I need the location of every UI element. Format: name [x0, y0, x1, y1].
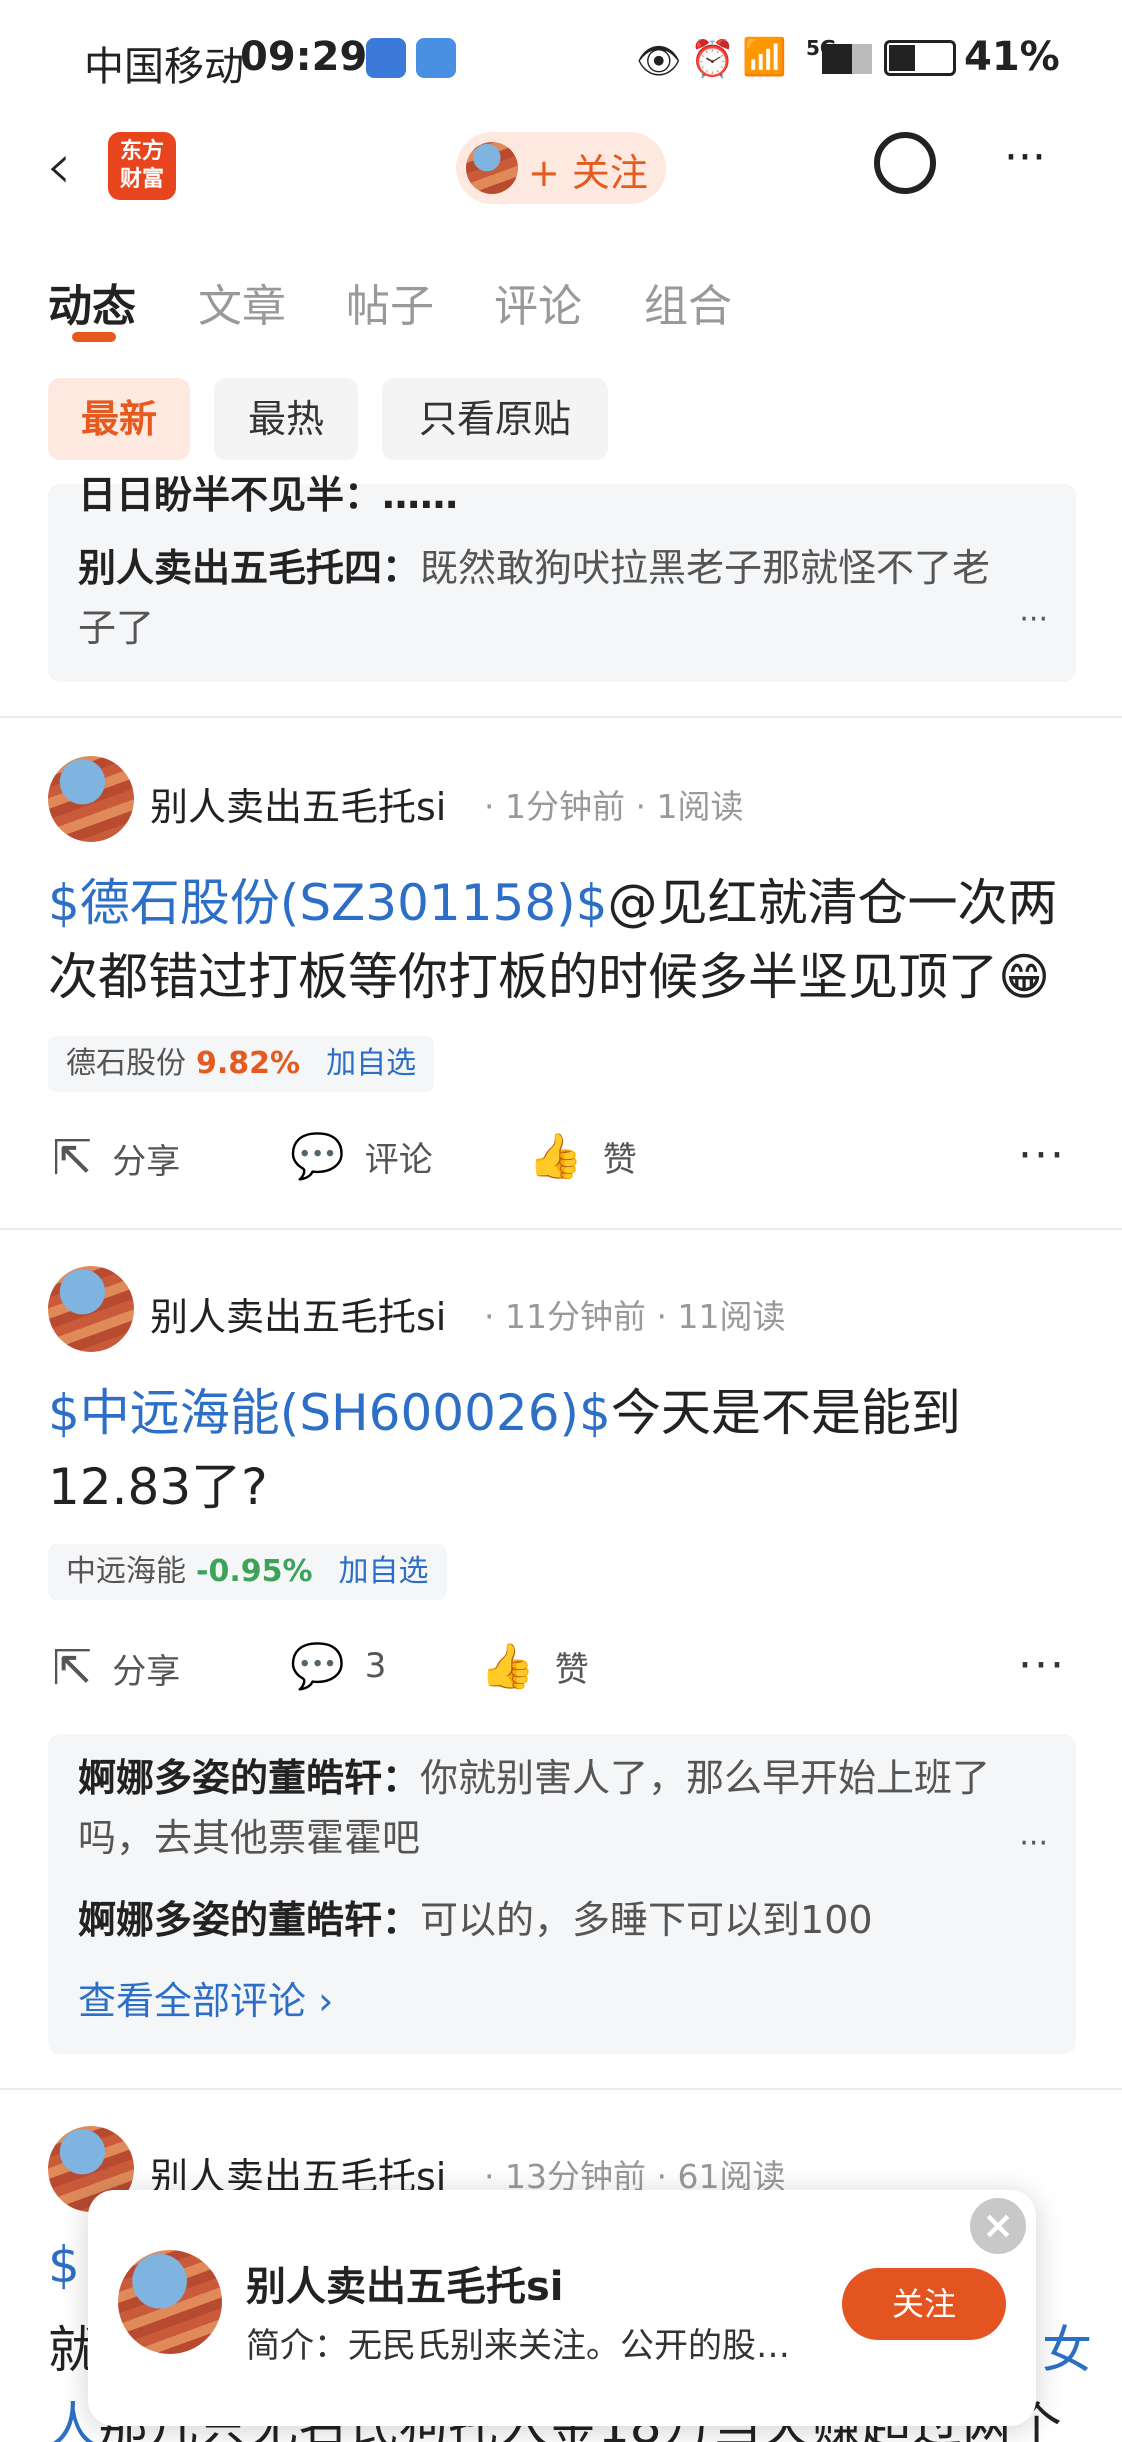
- popup-bio: 简介：无民氏别来关注。公开的股…: [246, 2326, 790, 2366]
- comment-button[interactable]: 💬 3: [290, 1640, 386, 1692]
- post-meta: · 11分钟前 · 11阅读: [484, 1297, 786, 1336]
- like-button[interactable]: 👍 赞: [480, 1640, 589, 1692]
- follow-button[interactable]: 关注: [842, 2268, 1006, 2340]
- tab-dynamics[interactable]: 动态: [48, 270, 136, 334]
- comment-icon: 💬: [290, 1131, 345, 1182]
- expand-more-icon[interactable]: ···: [1019, 602, 1048, 637]
- wifi-icon: 📶: [742, 37, 787, 78]
- carrier-name: 中国移动: [84, 44, 244, 90]
- stock-chip[interactable]: 中远海能 -0.95% 加自选: [48, 1544, 447, 1600]
- avatar[interactable]: [48, 756, 134, 842]
- filter-hottest[interactable]: 最热: [214, 378, 358, 460]
- tab-posts[interactable]: 帖子: [346, 270, 434, 334]
- tab-portfolio[interactable]: 组合: [644, 270, 732, 334]
- back-icon[interactable]: ‹: [46, 130, 72, 204]
- comment-icon: 💬: [290, 1641, 345, 1692]
- stock-link[interactable]: $中远海能(SH600026)$: [48, 1384, 611, 1442]
- expand-more-icon[interactable]: ···: [1019, 1826, 1048, 1861]
- comments-box: 日日盼半不见半：…… 别人卖出五毛托四：既然敢狗吠拉黑老子那就怪不了老子了 ··…: [48, 473, 1076, 682]
- avatar: [466, 142, 518, 194]
- comment-item[interactable]: 婀娜多姿的董皓轩：可以的，多睡下可以到100: [78, 1890, 1006, 1950]
- eye-icon: 👁: [636, 41, 682, 82]
- clock: 09:29: [240, 34, 368, 80]
- eastmoney-logo: 东方 财富: [108, 132, 176, 200]
- filter-original-only[interactable]: 只看原贴: [382, 378, 608, 460]
- author-name[interactable]: 别人卖出五毛托si: [150, 1286, 446, 1341]
- post-meta: · 1分钟前 · 1阅读: [484, 787, 744, 826]
- tab-comments[interactable]: 评论: [494, 270, 582, 334]
- close-icon[interactable]: ×: [970, 2198, 1026, 2254]
- comments-box: 婀娜多姿的董皓轩：你就别害人了，那么早开始上班了吗，去其他票霍霍吧 ··· 婀娜…: [48, 1734, 1076, 2054]
- share-button[interactable]: ⇱ 分享: [52, 1640, 180, 1696]
- more-icon[interactable]: ···: [1004, 132, 1046, 183]
- stock-link[interactable]: $德石股份(SZ301158)$: [48, 874, 608, 932]
- author-name[interactable]: 别人卖出五毛托si: [150, 776, 446, 831]
- add-watchlist-button[interactable]: 加自选: [339, 1554, 429, 1589]
- partial-comment: 日日盼半不见半：……: [78, 473, 459, 517]
- post-content-fragment: 女: [1042, 2321, 1092, 2379]
- avatar[interactable]: [118, 2250, 222, 2354]
- avatar[interactable]: [48, 1266, 134, 1352]
- alarm-icon: ⏰: [690, 39, 735, 80]
- tab-articles[interactable]: 文章: [198, 270, 286, 334]
- profile-tabs: 动态 文章 帖子 评论 组合: [0, 250, 1122, 350]
- stock-chip[interactable]: 德石股份 9.82% 加自选: [48, 1036, 435, 1092]
- battery-percent: 41%: [964, 34, 1060, 80]
- more-icon[interactable]: ···: [1018, 1640, 1066, 1691]
- comment-item[interactable]: 别人卖出五毛托四：既然敢狗吠拉黑老子那就怪不了老子了: [78, 538, 1006, 658]
- search-icon[interactable]: [874, 132, 936, 194]
- share-button[interactable]: ⇱ 分享: [52, 1130, 180, 1186]
- thumbs-up-icon: 👍: [528, 1131, 583, 1182]
- status-bar: 中国移动 09:29 👁 ⏰ 📶 5G 41%: [0, 0, 1122, 118]
- like-button[interactable]: 👍 赞: [528, 1130, 637, 1182]
- post-content[interactable]: $中远海能(SH600026)$今天是不是能到12.83了?: [48, 1376, 1088, 1524]
- follow-label: + 关注: [528, 151, 648, 195]
- thumbs-up-icon: 👍: [480, 1641, 535, 1692]
- follow-pill[interactable]: + 关注: [456, 132, 666, 204]
- top-nav: ‹ 东方 财富 + 关注 ···: [0, 118, 1122, 218]
- signal-icon: [822, 44, 872, 74]
- battery-icon: [884, 40, 956, 76]
- comment-button[interactable]: 💬 评论: [290, 1130, 433, 1182]
- comment-item[interactable]: 婀娜多姿的董皓轩：你就别害人了，那么早开始上班了吗，去其他票霍霍吧: [78, 1748, 1006, 1868]
- view-all-comments-link[interactable]: 查看全部评论 ›: [78, 1970, 333, 2025]
- share-icon: ⇱: [52, 1640, 93, 1696]
- gallery-app-icon: [366, 38, 406, 78]
- add-watchlist-button[interactable]: 加自选: [326, 1046, 416, 1081]
- share-icon: ⇱: [52, 1130, 93, 1186]
- more-icon[interactable]: ···: [1018, 1130, 1066, 1181]
- follow-suggestion-popup: 别人卖出五毛托si 简介：无民氏别来关注。公开的股… 关注: [88, 2190, 1036, 2426]
- post-content[interactable]: $德石股份(SZ301158)$@见红就清仓一次两次都错过打板等你打板的时候多半…: [48, 866, 1088, 1014]
- active-tab-indicator: [72, 332, 116, 342]
- filter-latest[interactable]: 最新: [48, 378, 190, 460]
- message-app-icon: [416, 38, 456, 78]
- popup-username[interactable]: 别人卖出五毛托si: [246, 2254, 564, 2312]
- post-content-fragment: $: [48, 2236, 80, 2294]
